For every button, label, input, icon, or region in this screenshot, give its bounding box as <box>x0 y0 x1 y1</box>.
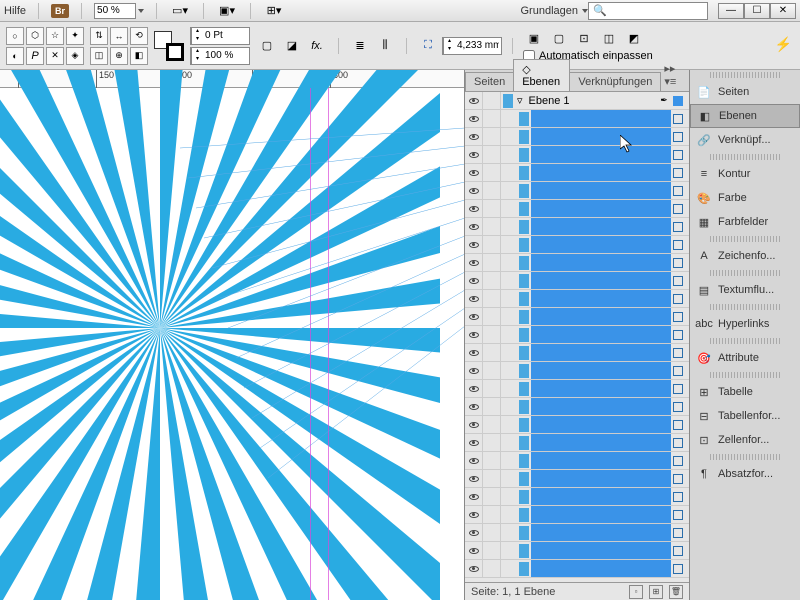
dock-item-tabelle[interactable]: ⊞Tabelle <box>690 380 800 404</box>
dock-item-ebenen[interactable]: ◧Ebenen <box>690 104 800 128</box>
layer-row-polygon[interactable] <box>465 308 689 326</box>
dock-item-zeichenfo[interactable]: AZeichenfo... <box>690 244 800 268</box>
view-options-icon[interactable]: ▭▾ <box>169 2 191 20</box>
chevron-down-icon[interactable] <box>138 9 144 13</box>
bridge-button[interactable]: Br <box>51 4 69 18</box>
zoom-control[interactable] <box>94 3 144 19</box>
layer-row-polygon[interactable] <box>465 506 689 524</box>
help-menu[interactable]: Hilfe <box>4 5 26 17</box>
layer-list[interactable]: ▿Ebene 1✒ <box>465 92 689 582</box>
layers-panel-footer: Seite: 1, 1 Ebene ▫ ⊞ 🗑 <box>465 582 689 600</box>
screen-mode-icon[interactable]: ▣▾ <box>216 2 238 20</box>
fx-icon[interactable]: fx. <box>306 37 328 55</box>
layer-row-polygon[interactable] <box>465 434 689 452</box>
dock-item-verknpf[interactable]: 🔗Verknüpf... <box>690 128 800 152</box>
layer-row-polygon[interactable] <box>465 560 689 578</box>
layer-row-polygon[interactable] <box>465 218 689 236</box>
dock-item-textumflu[interactable]: ▤Textumflu... <box>690 278 800 302</box>
guide-vertical[interactable] <box>310 88 311 600</box>
transform-tools[interactable]: ⇅↔⟲ ◫⊕◧ <box>90 27 148 65</box>
layer-row-polygon[interactable] <box>465 254 689 272</box>
layer-row-polygon[interactable] <box>465 416 689 434</box>
opacity-input[interactable]: ▴▾ <box>190 47 250 65</box>
layer-row-polygon[interactable] <box>465 362 689 380</box>
layer-row-top[interactable]: ▿Ebene 1✒ <box>465 92 689 110</box>
fit-frame-icon[interactable]: ▢ <box>548 30 570 48</box>
crop-icon[interactable]: ⛶ <box>417 37 439 55</box>
stroke-weight-input[interactable]: ▴▾ <box>190 27 250 45</box>
dock-item-tabellenfor[interactable]: ⊟Tabellenfor... <box>690 404 800 428</box>
tab-links[interactable]: Verknüpfungen <box>569 72 661 91</box>
title-bar: Hilfe Br ▭▾ ▣▾ ⊞▾ Grundlagen 🔍 — ☐ ✕ <box>0 0 800 22</box>
drop-shadow-icon[interactable]: ◪ <box>281 37 303 55</box>
panel-collapse-icon[interactable]: ▸▸ ▾≡ <box>660 59 689 91</box>
sunburst-artwork[interactable] <box>0 70 440 600</box>
layer-row-polygon[interactable] <box>465 380 689 398</box>
search-field[interactable]: 🔍 <box>588 2 708 20</box>
search-icon: 🔍 <box>593 4 607 17</box>
arrange-icon[interactable]: ⊞▾ <box>263 2 285 20</box>
layer-row-polygon[interactable] <box>465 290 689 308</box>
size-input[interactable]: ▴▾ <box>442 37 502 55</box>
panel-dock: 📄Seiten◧Ebenen🔗Verknüpf... ≡Kontur🎨Farbe▦… <box>690 70 800 600</box>
layer-row-polygon[interactable] <box>465 146 689 164</box>
dock-item-farbe[interactable]: 🎨Farbe <box>690 186 800 210</box>
columns-icon[interactable]: ⫼ <box>374 37 396 55</box>
center-content-icon[interactable]: ⊡ <box>573 30 595 48</box>
dock-item-hyperlinks[interactable]: abcHyperlinks <box>690 312 800 336</box>
layer-row-polygon[interactable] <box>465 200 689 218</box>
layer-row-polygon[interactable] <box>465 524 689 542</box>
maximize-button[interactable]: ☐ <box>744 3 770 19</box>
layer-row-polygon[interactable] <box>465 182 689 200</box>
dock-item-seiten[interactable]: 📄Seiten <box>690 80 800 104</box>
dock-item-zellenfor[interactable]: ⊡Zellenfor... <box>690 428 800 452</box>
fill-proportional-icon[interactable]: ◩ <box>623 30 645 48</box>
fit-content-icon[interactable]: ▣ <box>523 30 545 48</box>
tab-pages[interactable]: Seiten <box>465 72 514 91</box>
layer-row-polygon[interactable] <box>465 164 689 182</box>
layer-row-polygon[interactable] <box>465 272 689 290</box>
layer-row-polygon[interactable] <box>465 452 689 470</box>
zoom-input[interactable] <box>94 3 136 19</box>
layer-row-polygon[interactable] <box>465 110 689 128</box>
effects-icon[interactable]: ▢ <box>256 37 278 55</box>
layers-panel: Seiten ◇ Ebenen Verknüpfungen ▸▸ ▾≡ ▿Ebe… <box>465 70 690 600</box>
layer-row-polygon[interactable] <box>465 236 689 254</box>
document-canvas[interactable]: 100150200250300 <box>0 70 465 600</box>
delete-layer-icon[interactable]: 🗑 <box>669 585 683 599</box>
fill-stroke-swatches[interactable] <box>154 31 184 61</box>
layer-row-polygon[interactable] <box>465 344 689 362</box>
stroke-swatch[interactable] <box>166 43 184 61</box>
layer-row-polygon[interactable] <box>465 398 689 416</box>
new-sublayer-icon[interactable]: ▫ <box>629 585 643 599</box>
lightning-icon[interactable]: ⚡ <box>775 36 792 53</box>
shape-tools[interactable]: ○⬡☆✦ ◐P✕◈ <box>6 27 84 65</box>
layer-row-polygon[interactable] <box>465 470 689 488</box>
dock-item-absatzfor[interactable]: ¶Absatzfor... <box>690 462 800 486</box>
dock-item-farbfelder[interactable]: ▦Farbfelder <box>690 210 800 234</box>
layer-row-polygon[interactable] <box>465 488 689 506</box>
layer-row-polygon[interactable] <box>465 542 689 560</box>
dock-item-kontur[interactable]: ≡Kontur <box>690 162 800 186</box>
new-layer-icon[interactable]: ⊞ <box>649 585 663 599</box>
close-button[interactable]: ✕ <box>770 3 796 19</box>
layer-row-polygon[interactable] <box>465 128 689 146</box>
layer-row-polygon[interactable] <box>465 326 689 344</box>
fit-proportional-icon[interactable]: ◫ <box>598 30 620 48</box>
tab-layers[interactable]: ◇ Ebenen <box>513 59 570 91</box>
text-wrap-icon[interactable]: ≣ <box>349 37 371 55</box>
workspace-switcher[interactable]: Grundlagen <box>521 5 589 17</box>
dock-item-attribute[interactable]: 🎯Attribute <box>690 346 800 370</box>
minimize-button[interactable]: — <box>718 3 744 19</box>
guide-vertical[interactable] <box>328 88 329 600</box>
